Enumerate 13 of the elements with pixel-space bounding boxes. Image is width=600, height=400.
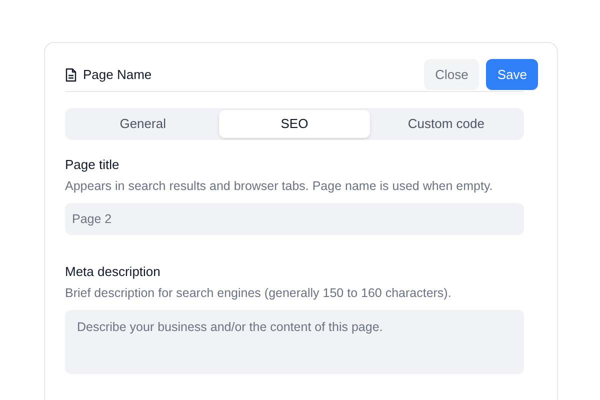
field-label: Meta description [65, 263, 162, 281]
description-field[interactable]: Describe your business and/or the content of this page. [65, 310, 524, 374]
save-button[interactable]: Save [486, 59, 538, 90]
help-text: Appears in search results and browser tabs. Page name is used when empty. [65, 178, 494, 194]
file-icon [65, 68, 77, 82]
title-field[interactable]: Page 2 [65, 203, 524, 235]
help-text: Brief description for search engines (generally 150 to 160 characters). [65, 285, 452, 301]
page-name: Page Name [83, 66, 152, 84]
tab[interactable]: Custom code [370, 110, 522, 138]
tab[interactable]: SEO [218, 110, 370, 138]
close-button[interactable]: Close [424, 59, 480, 90]
tab[interactable]: General [67, 110, 219, 138]
field-label: Page title [65, 156, 120, 174]
